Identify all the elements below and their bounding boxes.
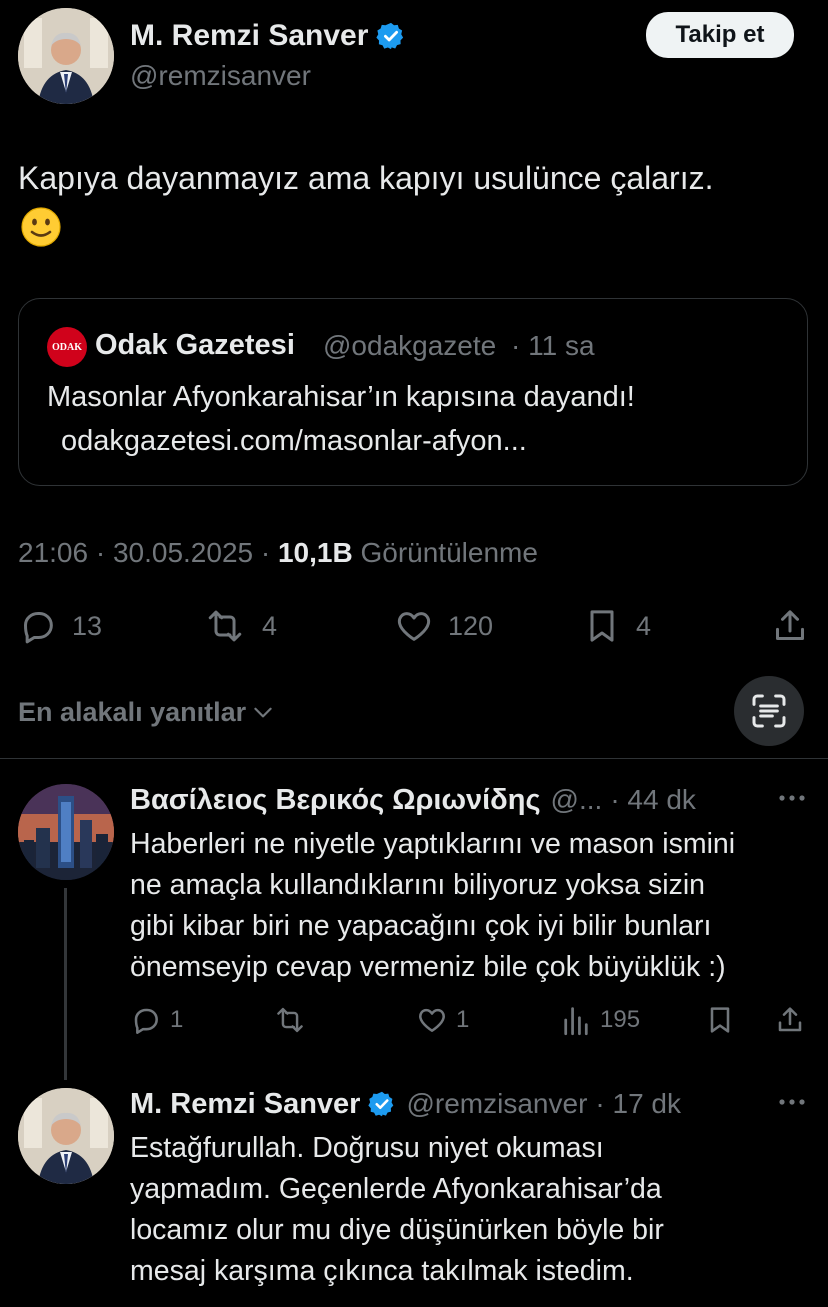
reply-icon <box>18 606 58 646</box>
views-label: Görüntülenme <box>360 537 538 568</box>
reply-2-line: Estağfurullah. Doğrusu niyet okuması <box>130 1132 604 1164</box>
divider <box>0 758 828 759</box>
reply-1-views-count: 195 <box>600 1006 641 1033</box>
reply-2-text: Estağfurullah. Doğrusu niyet okuması yap… <box>130 1128 664 1292</box>
share-icon <box>774 1004 806 1036</box>
reply-2-line: yapmadım. Geçenlerde Afyonkarahisar’da <box>130 1173 662 1205</box>
reply-1-time: · 44 dk <box>610 784 696 815</box>
tweet-timestamp[interactable]: 21:06 · 30.05.2025 · <box>18 537 270 568</box>
reply-1-author-handle[interactable]: @... <box>551 784 603 816</box>
heart-icon <box>394 606 434 646</box>
verified-badge-icon <box>368 1090 396 1118</box>
quote-link[interactable]: odakgazetesi.com/masonlar-afyon... <box>61 425 527 458</box>
reply-1-reply-count: 1 <box>170 1006 184 1033</box>
share-icon <box>770 606 810 646</box>
retweet-icon <box>202 606 248 646</box>
replies-sort-dropdown[interactable]: En alakalı yanıtlar <box>18 692 276 732</box>
tweet-text: Kapıya dayanmayız ama kapıyı usulünce ça… <box>18 160 714 196</box>
reply-1-bookmark-action[interactable] <box>704 1004 736 1036</box>
replies-sort-label: En alakalı yanıtlar <box>18 696 247 727</box>
reply-1-line: önemseyip cevap vermeniz bile çok büyükl… <box>130 951 726 983</box>
quote-text: Masonlar Afyonkarahisar’ın kapısına daya… <box>47 381 635 413</box>
like-count: 120 <box>448 610 494 641</box>
views-icon <box>562 1004 590 1036</box>
reply-2-header: M. Remzi Sanver @remzisanver · 17 dk <box>130 1084 681 1124</box>
reply-count: 13 <box>72 610 103 641</box>
thread-line <box>64 888 67 1080</box>
reply-action[interactable]: 13 <box>18 604 102 648</box>
reply-1-line: Haberleri ne niyetle yaptıklarını ve mas… <box>130 828 736 860</box>
quote-time: · 11 sa <box>511 330 595 361</box>
reply-1-retweet-action[interactable] <box>272 1004 308 1036</box>
reply-1-like-action[interactable]: 1 <box>416 1004 469 1036</box>
reply-icon <box>130 1004 162 1036</box>
quote-author-handle: @odakgazete <box>323 330 497 361</box>
reply-1-line: ne amaçla kullandıklarını biliyoruz yoks… <box>130 869 706 901</box>
quoted-tweet-card[interactable]: ODAK Odak Gazetesi @odakgazete · 11 sa M… <box>18 298 808 486</box>
author-avatar[interactable] <box>18 8 114 104</box>
reply-1-share-action[interactable] <box>774 1004 806 1036</box>
retweet-count: 4 <box>262 610 278 641</box>
reply-1-avatar[interactable] <box>18 784 114 880</box>
reply-1-more-icon[interactable] <box>776 786 808 815</box>
reply-2-author-handle[interactable]: @remzisanver <box>406 1088 587 1120</box>
author-name-row[interactable]: M. Remzi Sanver <box>130 16 406 56</box>
smile-emoji <box>20 206 62 248</box>
bookmark-action[interactable]: 4 <box>582 604 651 648</box>
reply-2-author-name[interactable]: M. Remzi Sanver <box>130 1088 360 1121</box>
share-action[interactable] <box>770 604 810 648</box>
author-name: M. Remzi Sanver <box>130 19 369 52</box>
views-count: 10,1B <box>277 537 353 568</box>
quote-author-name: Odak Gazetesi <box>95 329 295 361</box>
chevron-down-icon <box>250 699 276 725</box>
bookmark-icon <box>582 606 622 646</box>
reply-2-more-icon[interactable] <box>776 1090 808 1119</box>
tweet-meta: 21:06 · 30.05.2025 · 10,1B Görüntülenme <box>18 537 538 569</box>
author-handle[interactable]: @remzisanver <box>130 60 311 92</box>
like-action[interactable]: 120 <box>394 604 493 648</box>
odak-logo-icon: ODAK <box>47 327 87 367</box>
bookmark-count: 4 <box>636 610 652 641</box>
reply-1-text: Haberleri ne niyetle yaptıklarını ve mas… <box>130 824 735 988</box>
reply-2-line: locamız olur mu diye düşünürken böyle bi… <box>130 1214 664 1246</box>
reply-1-header: Βασίλειος Βερικός Ωριωνίδης @... · 44 dk <box>130 780 696 820</box>
retweet-action[interactable]: 4 <box>202 604 277 648</box>
reply-1-author-name[interactable]: Βασίλειος Βερικός Ωριωνίδης <box>130 784 541 817</box>
reply-2-avatar[interactable] <box>18 1088 114 1184</box>
follow-button[interactable]: Takip et <box>646 12 794 58</box>
retweet-icon <box>272 1004 308 1036</box>
reply-1-views-action[interactable]: 195 <box>562 1004 640 1036</box>
reply-2-time: · 17 dk <box>595 1088 681 1119</box>
reply-1-line: gibi kibar biri ne yapacağını çok iyi bi… <box>130 910 712 942</box>
scan-text-button[interactable] <box>734 676 804 746</box>
reply-1-like-count: 1 <box>456 1006 470 1033</box>
bookmark-icon <box>704 1004 736 1036</box>
reply-2-line: mesaj karşıma çıkınca takılmak istedim. <box>130 1255 634 1287</box>
scan-text-icon <box>749 691 789 731</box>
verified-badge-icon <box>376 21 406 51</box>
reply-1-reply-action[interactable]: 1 <box>130 1004 183 1036</box>
heart-icon <box>416 1004 448 1036</box>
